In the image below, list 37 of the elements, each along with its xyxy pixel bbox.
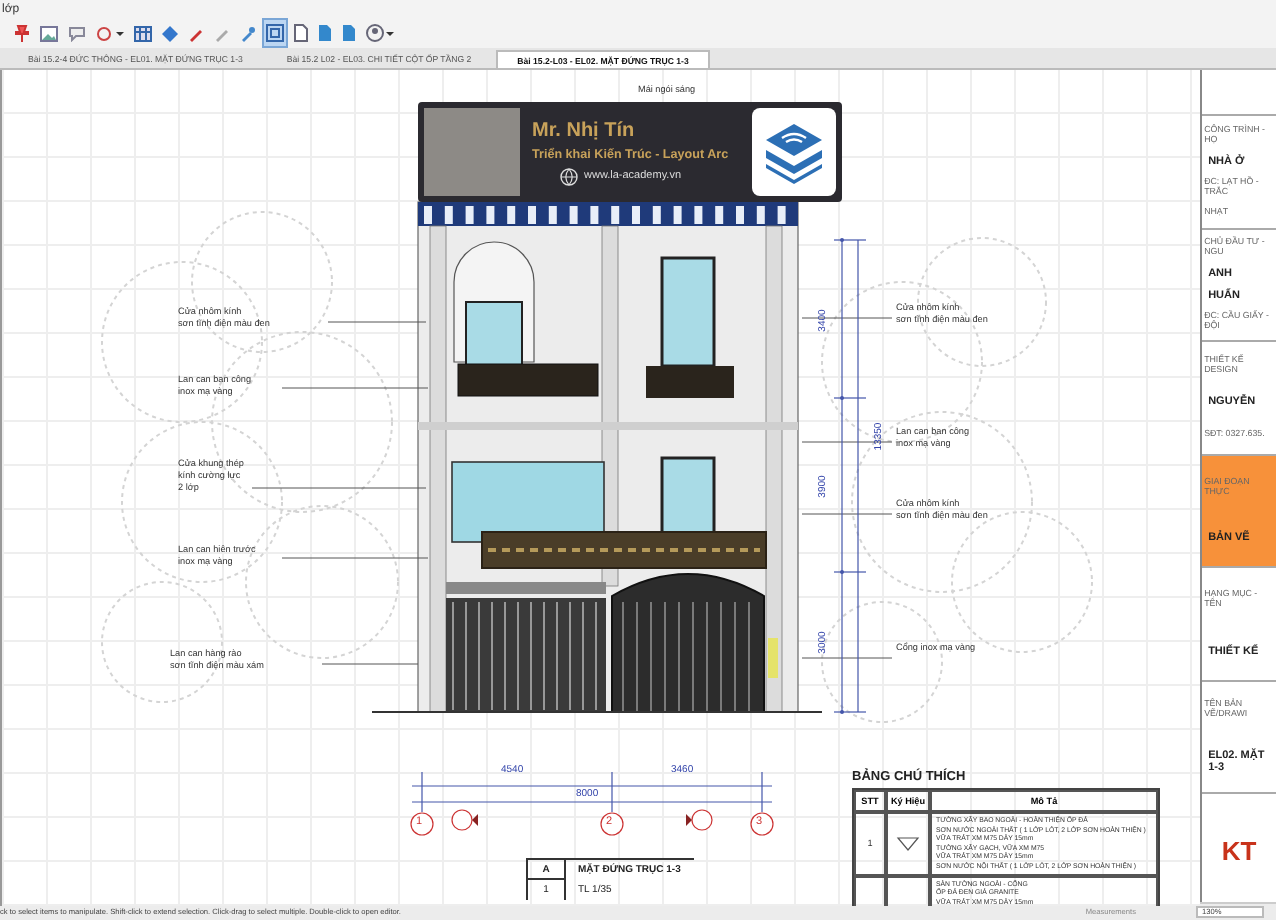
leader-line (801, 513, 893, 515)
toolbar-button[interactable] (38, 20, 60, 46)
table-icon (134, 25, 152, 41)
photo-placeholder (424, 108, 520, 196)
toolbar-button[interactable] (12, 20, 32, 46)
toolbar-button[interactable] (316, 20, 334, 46)
toolbar-button[interactable] (160, 20, 180, 46)
speech-bubble-icon (68, 25, 86, 41)
diamond-icon (162, 25, 178, 41)
toolbar-button[interactable] (264, 20, 286, 46)
leader-line (321, 663, 419, 665)
section-marker-icon (451, 809, 478, 831)
user-circle-icon (366, 24, 396, 42)
title-block-code: KT (1221, 835, 1257, 866)
leader-line (801, 441, 893, 443)
leader-line (801, 317, 893, 319)
leader-line (801, 657, 893, 659)
shapes-icon (96, 25, 124, 41)
section-marker-icon (686, 809, 713, 831)
pencil-icon (214, 25, 230, 41)
pen-icon (188, 25, 204, 41)
frame-icon (266, 24, 284, 42)
presenter-name: Mr. Nhị Tín (532, 119, 637, 141)
globe-icon (560, 167, 578, 185)
grid-bubble (410, 812, 434, 836)
toolbar-button[interactable] (364, 20, 398, 46)
toolbar-button[interactable] (292, 20, 310, 46)
leader-line (327, 321, 427, 323)
brush-icon (240, 25, 256, 41)
pushpin-icon (14, 24, 30, 42)
stacked-layers-icon (762, 120, 826, 184)
page-icon (294, 24, 308, 42)
grid-bubble (750, 812, 774, 836)
grid-bubble (600, 812, 624, 836)
toolbar-button[interactable] (340, 20, 358, 46)
picture-icon (40, 25, 58, 41)
toolbar-button[interactable] (132, 20, 154, 46)
